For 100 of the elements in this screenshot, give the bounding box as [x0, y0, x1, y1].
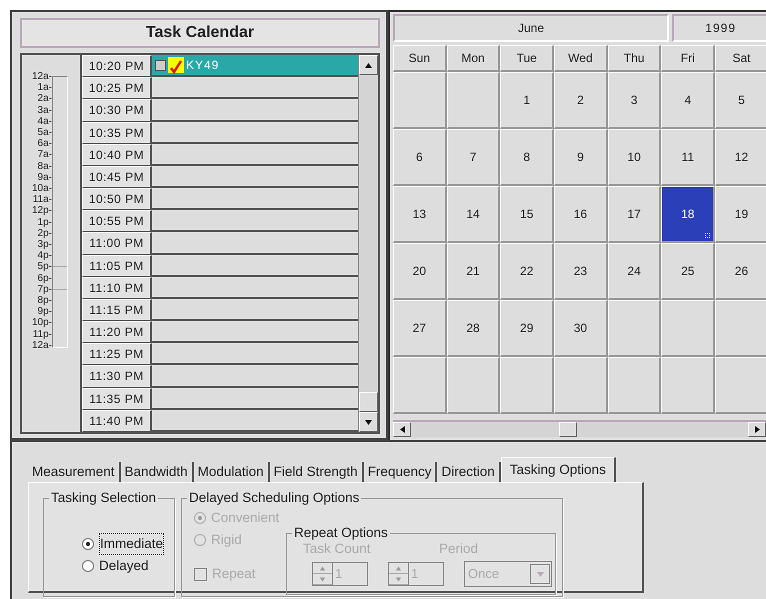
day-cell[interactable]: 8 [500, 129, 554, 186]
time-slot-button[interactable]: 10:35 PM [82, 122, 152, 144]
up-arrow-icon [364, 60, 373, 70]
cursor-mark-icon [705, 233, 710, 238]
radio-label[interactable]: Immediate [99, 532, 164, 556]
time-slot-button[interactable]: 11:10 PM [82, 276, 152, 299]
time-slot-button[interactable]: 10:45 PM [82, 166, 152, 188]
time-slot-button[interactable]: 11:25 PM [82, 343, 152, 366]
panel-title: Task Calendar [20, 18, 380, 48]
day-cell[interactable]: 26 [715, 243, 766, 300]
time-slot-button[interactable]: 11:30 PM [82, 365, 152, 388]
hour-label: 6a- [38, 138, 52, 150]
day-cell[interactable]: 7 [446, 129, 500, 186]
day-cell[interactable] [661, 357, 716, 414]
day-cell[interactable] [500, 357, 554, 414]
hour-label: 4a- [38, 116, 52, 128]
day-cell[interactable] [715, 300, 766, 357]
hour-label: 2a- [38, 93, 52, 105]
day-cell[interactable]: 1 [500, 72, 554, 129]
day-cell[interactable]: 4 [661, 72, 716, 129]
year-field[interactable]: 1999 [672, 14, 766, 42]
time-slot-button[interactable]: 11:35 PM [82, 388, 152, 410]
hour-label: 11p- [32, 328, 52, 340]
day-cell[interactable]: 25 [661, 243, 716, 300]
scroll-right-button[interactable] [748, 422, 766, 437]
hour-label: 7p- [38, 284, 52, 296]
day-cell[interactable]: 22 [500, 243, 554, 300]
group-title: Repeat Options [292, 525, 390, 541]
day-cell[interactable]: 9 [554, 129, 608, 186]
day-cell[interactable]: 14 [446, 186, 500, 243]
day-cell[interactable]: 10 [608, 129, 662, 186]
day-cell[interactable]: 13 [393, 186, 447, 243]
day-cell[interactable]: 5 [715, 72, 766, 129]
day-cell[interactable]: 15 [500, 186, 554, 243]
time-slot-button[interactable]: 10:55 PM [82, 210, 152, 232]
day-cell[interactable] [608, 300, 662, 357]
hour-label: 5p- [38, 261, 52, 273]
scroll-left-button[interactable] [393, 422, 411, 437]
time-slot-button[interactable]: 11:20 PM [82, 321, 152, 344]
hour-ruler-track[interactable] [52, 76, 68, 348]
scrollbar-thumb[interactable] [559, 422, 577, 437]
time-slot-button[interactable]: 11:05 PM [82, 254, 152, 277]
spin-field: 1 [388, 562, 444, 586]
tab[interactable]: Tasking Options [500, 457, 616, 482]
down-arrow-icon [395, 576, 402, 582]
day-cell[interactable] [554, 357, 608, 414]
month-field[interactable]: June [393, 14, 669, 42]
day-cell[interactable]: 16 [554, 186, 608, 243]
field-label: Task Count [303, 541, 372, 557]
day-cell[interactable]: 21 [446, 243, 500, 300]
time-slot-button[interactable]: 11:40 PM [82, 410, 152, 432]
day-cell[interactable] [661, 300, 716, 357]
day-cell[interactable]: 28 [446, 300, 500, 357]
hour-label: 8p- [38, 295, 52, 306]
radio-label[interactable]: Delayed [99, 556, 149, 576]
hour-label: 10p- [32, 317, 52, 329]
radio-button[interactable] [82, 560, 94, 572]
weekday-header: Sat [715, 45, 766, 72]
scroll-up-button[interactable] [359, 55, 378, 75]
day-cell[interactable] [393, 72, 447, 129]
up-arrow-icon [319, 564, 326, 572]
radio-button[interactable] [82, 538, 94, 550]
day-cell[interactable]: 24 [608, 243, 662, 300]
time-slot-button[interactable]: 11:15 PM [82, 298, 152, 322]
day-cell[interactable]: 6 [393, 129, 447, 186]
time-slot-button[interactable]: 10:20 PM [82, 55, 152, 78]
time-slot-button[interactable]: 10:50 PM [82, 188, 152, 210]
ruler-range-marker[interactable] [53, 266, 67, 290]
weekday-header: Tue [500, 45, 554, 72]
hour-label: 12p- [32, 205, 52, 217]
day-cell[interactable]: 20 [393, 243, 447, 300]
hour-label: 3a- [38, 104, 52, 116]
hour-label: 8a- [38, 160, 52, 172]
day-cell[interactable]: 12 [715, 129, 766, 186]
day-cell[interactable] [715, 357, 766, 414]
scroll-down-button[interactable] [359, 412, 378, 432]
day-cell[interactable]: 18 [661, 186, 716, 243]
day-cell[interactable]: 3 [608, 72, 662, 129]
day-cell[interactable] [446, 357, 500, 414]
hour-label: 1p- [38, 216, 52, 228]
day-cell[interactable]: 23 [554, 243, 608, 300]
task-checkbox[interactable] [155, 60, 166, 71]
time-slot-button[interactable]: 10:40 PM [82, 144, 152, 166]
weekday-header: Wed [554, 45, 608, 72]
day-cell[interactable]: 19 [715, 186, 766, 243]
day-cell[interactable]: 2 [554, 72, 608, 129]
time-slot-button[interactable]: 11:00 PM [82, 232, 152, 255]
day-cell[interactable]: 30 [554, 300, 608, 357]
time-slot-button[interactable]: 10:25 PM [82, 77, 152, 100]
field-label: Period [439, 541, 478, 557]
day-cell[interactable] [446, 72, 500, 129]
day-cell[interactable] [608, 357, 662, 414]
day-cell[interactable] [393, 357, 447, 414]
time-slot-button[interactable]: 10:30 PM [82, 99, 152, 122]
day-cell[interactable]: 29 [500, 300, 554, 357]
hour-label: 5a- [38, 127, 52, 138]
day-cell[interactable]: 27 [393, 300, 447, 357]
up-arrow-icon [395, 564, 402, 572]
weekday-header: Sun [393, 45, 447, 72]
scrollbar-thumb[interactable] [359, 392, 378, 412]
